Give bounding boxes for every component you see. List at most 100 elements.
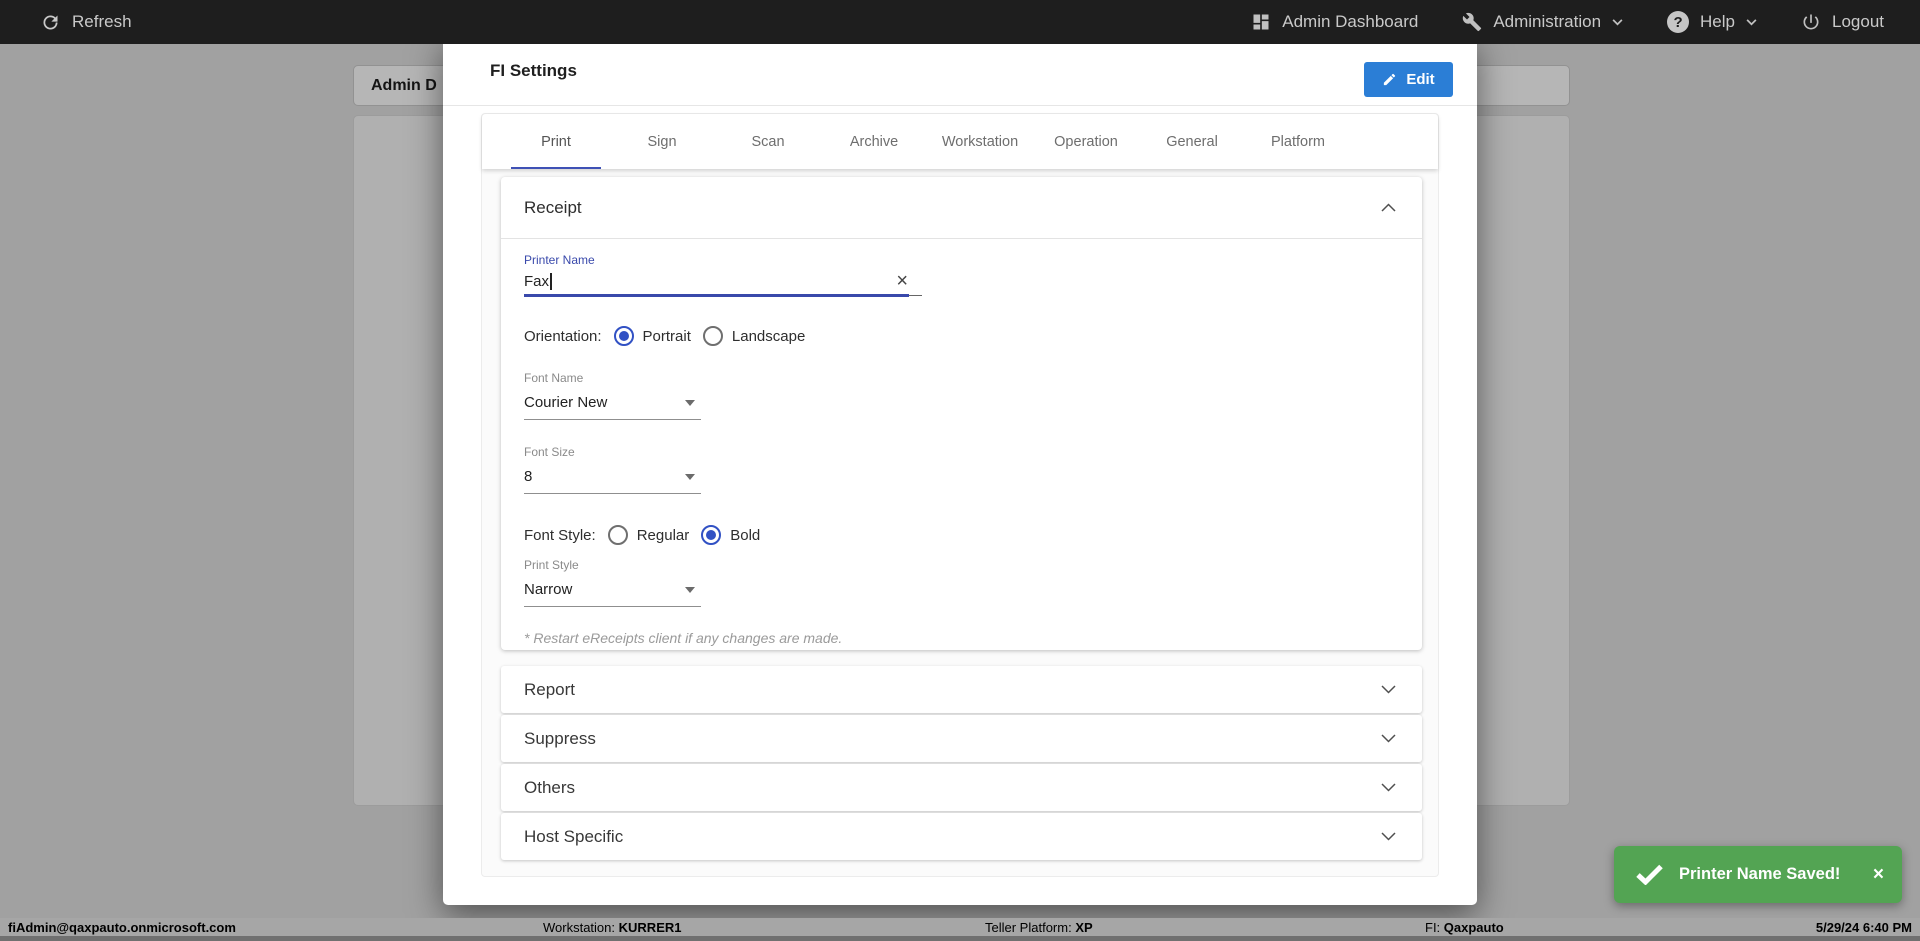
receipt-section-body: Printer Name Fax × Orientation: Portrait…	[501, 239, 1422, 646]
modal-header: FI Settings Edit	[443, 37, 1477, 106]
orientation-row: Orientation: Portrait Landscape	[524, 326, 1422, 346]
logout-button[interactable]: Logout	[1801, 12, 1884, 32]
font-size-label: Font Size	[524, 445, 701, 459]
receipt-section-header[interactable]: Receipt	[501, 177, 1422, 239]
tab-general[interactable]: General	[1139, 114, 1245, 169]
settings-tabs: Print Sign Scan Archive Workstation Oper…	[482, 114, 1438, 169]
orientation-portrait-option[interactable]: Portrait	[614, 326, 691, 346]
text-cursor	[550, 273, 552, 290]
help-icon: ?	[1667, 11, 1689, 33]
check-icon	[1636, 864, 1663, 885]
topbar: Refresh Admin Dashboard Administration ?…	[0, 0, 1920, 44]
settings-panel: Print Sign Scan Archive Workstation Oper…	[481, 113, 1439, 877]
tab-operation[interactable]: Operation	[1033, 114, 1139, 169]
status-bar: fiAdmin@qaxpauto.onmicrosoft.com Worksta…	[0, 918, 1920, 941]
tab-print[interactable]: Print	[503, 114, 609, 169]
font-style-bold-option[interactable]: Bold	[701, 525, 760, 545]
edit-button-label: Edit	[1406, 71, 1434, 88]
font-size-value: 8	[524, 468, 532, 485]
tab-platform[interactable]: Platform	[1245, 114, 1351, 169]
font-name-select[interactable]: Courier New	[524, 389, 701, 420]
font-style-regular-option[interactable]: Regular	[608, 525, 690, 545]
printer-name-input[interactable]: Fax ×	[524, 267, 922, 296]
receipt-section-title: Receipt	[524, 198, 582, 218]
toast-message: Printer Name Saved!	[1679, 865, 1840, 884]
print-style-select[interactable]: Narrow	[524, 576, 701, 607]
section-others[interactable]: Others	[501, 764, 1422, 811]
portrait-label: Portrait	[643, 328, 691, 345]
clear-input-icon[interactable]: ×	[896, 271, 908, 291]
administration-menu[interactable]: Administration	[1462, 12, 1623, 32]
help-menu[interactable]: ? Help	[1667, 11, 1757, 33]
workstation-value: KURRER1	[619, 920, 682, 935]
chevron-down-icon	[1612, 19, 1623, 26]
section-host-specific[interactable]: Host Specific	[501, 813, 1422, 860]
status-datetime: 5/29/24 6:40 PM	[1816, 920, 1912, 935]
fi-label: FI:	[1425, 920, 1440, 935]
font-style-label: Font Style:	[524, 527, 596, 544]
section-host-specific-title: Host Specific	[524, 827, 623, 847]
print-style-value: Narrow	[524, 581, 572, 598]
section-report-title: Report	[524, 680, 575, 700]
chevron-up-icon	[1381, 203, 1396, 212]
tab-archive[interactable]: Archive	[821, 114, 927, 169]
platform-value: XP	[1075, 920, 1092, 935]
logout-label: Logout	[1832, 12, 1884, 32]
status-teller-platform: Teller Platform: XP	[985, 920, 1093, 935]
admin-dashboard-label: Admin Dashboard	[1282, 12, 1418, 32]
dashboard-icon	[1251, 12, 1271, 32]
background-page-title: Admin D	[371, 77, 437, 95]
section-suppress-title: Suppress	[524, 729, 596, 749]
edit-button[interactable]: Edit	[1364, 62, 1453, 97]
chevron-down-icon	[1746, 19, 1757, 26]
printer-name-value: Fax	[524, 273, 549, 290]
receipt-section: Receipt Printer Name Fax × Orientation: …	[501, 177, 1422, 650]
power-icon	[1801, 12, 1821, 32]
dropdown-caret-icon	[685, 400, 695, 406]
section-report[interactable]: Report	[501, 666, 1422, 713]
fi-value: Qaxpauto	[1444, 920, 1504, 935]
success-toast: Printer Name Saved! ×	[1614, 846, 1902, 903]
regular-label: Regular	[637, 527, 690, 544]
radio-portrait[interactable]	[614, 326, 634, 346]
fi-settings-modal: FI Settings Edit Print Sign Scan Archive…	[443, 37, 1477, 905]
font-size-select[interactable]: 8	[524, 463, 701, 494]
chevron-down-icon	[1381, 783, 1396, 792]
font-name-label: Font Name	[524, 371, 701, 385]
tab-workstation[interactable]: Workstation	[927, 114, 1033, 169]
tab-sign[interactable]: Sign	[609, 114, 715, 169]
refresh-icon	[40, 12, 61, 33]
orientation-label: Orientation:	[524, 328, 602, 345]
font-style-row: Font Style: Regular Bold	[524, 525, 1422, 545]
dropdown-caret-icon	[685, 587, 695, 593]
status-workstation: Workstation: KURRER1	[543, 920, 681, 935]
font-name-value: Courier New	[524, 394, 607, 411]
collapse-button[interactable]	[1381, 203, 1396, 212]
status-user: fiAdmin@qaxpauto.onmicrosoft.com	[8, 920, 236, 935]
tab-scan[interactable]: Scan	[715, 114, 821, 169]
workstation-label: Workstation:	[543, 920, 615, 935]
radio-regular[interactable]	[608, 525, 628, 545]
section-others-title: Others	[524, 778, 575, 798]
chevron-down-icon	[1381, 685, 1396, 694]
refresh-label: Refresh	[72, 12, 132, 32]
font-size-group: Font Size 8	[524, 445, 701, 494]
radio-bold[interactable]	[701, 525, 721, 545]
landscape-label: Landscape	[732, 328, 805, 345]
font-name-group: Font Name Courier New	[524, 371, 701, 420]
restart-note: * Restart eReceipts client if any change…	[524, 630, 1422, 646]
modal-title: FI Settings	[490, 61, 577, 81]
status-fi: FI: Qaxpauto	[1425, 920, 1504, 935]
print-style-group: Print Style Narrow	[524, 558, 701, 607]
chevron-down-icon	[1381, 734, 1396, 743]
input-focus-underline	[524, 294, 909, 297]
dropdown-caret-icon	[685, 474, 695, 480]
orientation-landscape-option[interactable]: Landscape	[703, 326, 805, 346]
print-style-label: Print Style	[524, 558, 701, 572]
admin-dashboard-nav[interactable]: Admin Dashboard	[1251, 12, 1418, 32]
section-suppress[interactable]: Suppress	[501, 715, 1422, 762]
toast-close-icon[interactable]: ×	[1873, 865, 1884, 884]
radio-landscape[interactable]	[703, 326, 723, 346]
printer-name-label: Printer Name	[524, 253, 1422, 267]
refresh-button[interactable]: Refresh	[40, 12, 132, 33]
